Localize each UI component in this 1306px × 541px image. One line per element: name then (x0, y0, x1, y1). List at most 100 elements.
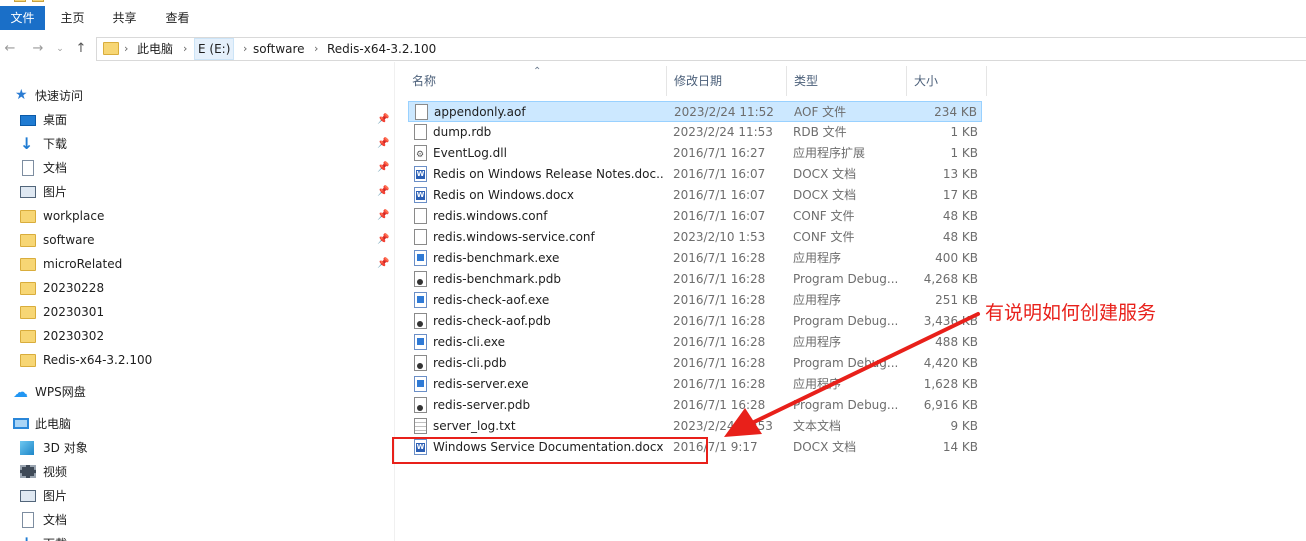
file-type: 应用程序 (793, 377, 842, 391)
file-size: 4,420 KB (923, 356, 978, 370)
file-row[interactable]: redis-benchmark.exe 2016/7/1 16:28 应用程序 400… (408, 248, 982, 269)
pane-splitter[interactable] (394, 62, 395, 541)
up-arrow-icon[interactable]: ↑ (72, 39, 90, 59)
nav-item-label: 此电脑 (35, 417, 72, 431)
file-row[interactable]: Redis on Windows.docx 2016/7/1 16:07 DOCX … (408, 185, 982, 206)
file-name: redis-check-aof.pdb (433, 314, 551, 328)
pin-icon[interactable]: 📌 (377, 157, 389, 179)
file-row[interactable]: redis-cli.exe 2016/7/1 16:28 应用程序 488 KB (408, 332, 982, 353)
file-row[interactable]: appendonly.aof 2023/2/24 11:52 AOF 文件 234 K… (408, 101, 982, 122)
file-row[interactable]: dump.rdb 2023/2/24 11:53 RDB 文件 1 KB (408, 122, 982, 143)
file-name: appendonly.aof (434, 105, 526, 119)
nav-item-label: Redis-x64-3.2.100 (43, 353, 153, 367)
column-name[interactable]: 名称 ⌃ (405, 66, 667, 96)
file-name: redis-server.exe (433, 377, 529, 391)
breadcrumb-software[interactable]: software (253, 38, 305, 60)
navigation-bar: ← → ⌄ ↑ › 此电脑 › E (E:) › software › Redi… (0, 36, 1306, 62)
3d-objects-icon (20, 441, 34, 455)
file-row[interactable]: EventLog.dll 2016/7/1 16:27 应用程序扩展 1 KB (408, 143, 982, 166)
file-type: Program Debug... (793, 314, 899, 328)
file-size: 234 KB (934, 105, 977, 119)
file-row[interactable]: redis-server.exe 2016/7/1 16:28 应用程序 1,628 … (408, 374, 982, 395)
column-type[interactable]: 类型 (787, 66, 907, 96)
file-name: Redis on Windows.docx (433, 188, 574, 202)
breadcrumb-redis-folder[interactable]: Redis-x64-3.2.100 (327, 38, 436, 60)
file-name: dump.rdb (433, 125, 492, 139)
file-row[interactable]: redis.windows-service.conf 2023/2/10 1:53… (408, 227, 982, 248)
folder-icon (20, 306, 36, 319)
file-row[interactable]: Redis on Windows Release Notes.doc... 201… (408, 164, 982, 185)
file-row[interactable]: redis.windows.conf 2016/7/1 16:07 CONF 文件 4… (408, 206, 982, 227)
nav-item-label: software (43, 233, 95, 247)
tab-view[interactable]: 查看 (155, 6, 200, 30)
file-row[interactable]: redis-benchmark.pdb 2016/7/1 16:28 Program… (408, 269, 982, 290)
file-row[interactable]: server_log.txt 2023/2/24 11:53 文本文档 9 KB (408, 416, 982, 437)
pin-icon[interactable]: 📌 (377, 109, 389, 131)
file-name: redis-cli.pdb (433, 356, 507, 370)
address-bar[interactable]: › 此电脑 › E (E:) › software › Redis-x64-3.… (96, 37, 1306, 61)
file-row[interactable]: redis-cli.pdb 2016/7/1 16:28 Program Debug… (408, 353, 982, 374)
tab-home[interactable]: 主页 (50, 6, 95, 30)
tab-file[interactable]: 文件 (0, 6, 45, 30)
file-date: 2016/7/1 16:28 (673, 293, 766, 307)
chevron-right-icon[interactable]: › (124, 38, 128, 60)
file-type: DOCX 文档 (793, 188, 857, 202)
file-size: 6,916 KB (923, 398, 978, 412)
pin-icon[interactable]: 📌 (377, 229, 389, 251)
breadcrumb-drive-e[interactable]: E (E:) (194, 38, 235, 60)
tab-share[interactable]: 共享 (102, 6, 147, 30)
column-date[interactable]: 修改日期 (667, 66, 787, 96)
file-size: 13 KB (942, 167, 978, 181)
file-size: 14 KB (942, 440, 978, 454)
pin-icon[interactable]: 📌 (377, 133, 389, 155)
nav-item-label: workplace (43, 209, 105, 223)
file-type: 文本文档 (793, 419, 842, 433)
column-name-label: 名称 (412, 74, 437, 88)
pin-icon[interactable]: 📌 (377, 181, 389, 203)
chevron-right-icon[interactable]: › (314, 38, 318, 60)
file-date: 2023/2/24 11:53 (673, 125, 773, 139)
file-name: redis-benchmark.exe (433, 251, 560, 265)
pin-icon[interactable]: 📌 (377, 205, 389, 227)
nav-item-label: 3D 对象 (43, 441, 88, 455)
file-type: DOCX 文档 (793, 440, 857, 454)
nav-item-label: WPS网盘 (35, 385, 86, 399)
file-name: redis-check-aof.exe (433, 293, 550, 307)
file-type: 应用程序扩展 (793, 146, 866, 160)
generic-file-icon (414, 124, 427, 140)
file-size: 4,268 KB (923, 272, 978, 286)
word-file-icon (414, 187, 427, 203)
nav-item-label: 图片 (43, 185, 68, 199)
file-size: 488 KB (935, 335, 978, 349)
computer-icon (13, 418, 29, 429)
file-name: redis-cli.exe (433, 335, 505, 349)
pin-icon[interactable]: 📌 (377, 253, 389, 275)
file-type: 应用程序 (793, 251, 842, 265)
document-icon (22, 512, 34, 528)
file-row[interactable]: redis-check-aof.exe 2016/7/1 16:28 应用程序 251… (408, 290, 982, 311)
recent-locations-chevron-icon[interactable]: ⌄ (54, 39, 66, 59)
file-name: redis.windows-service.conf (433, 230, 595, 244)
column-size[interactable]: 大小 (907, 66, 987, 96)
quick-access-folder-icon[interactable] (32, 0, 44, 2)
file-type: Program Debug... (793, 272, 899, 286)
nav-item-label: 下载 (43, 137, 68, 151)
file-row[interactable]: redis-check-aof.pdb 2016/7/1 16:28 Program… (408, 311, 982, 332)
file-type: AOF 文件 (794, 105, 847, 119)
file-size: 1 KB (950, 146, 978, 160)
nav-item-label: 20230302 (43, 329, 105, 343)
file-type: DOCX 文档 (793, 167, 857, 181)
file-type: RDB 文件 (793, 125, 847, 139)
chevron-right-icon[interactable]: › (243, 38, 247, 60)
chevron-right-icon[interactable]: › (183, 38, 187, 60)
quick-access-folder-icon[interactable] (14, 0, 26, 2)
file-date: 2016/7/1 16:07 (673, 167, 766, 181)
forward-arrow-icon[interactable]: → (29, 39, 47, 59)
file-row[interactable]: redis-server.pdb 2016/7/1 16:28 Program De… (408, 395, 982, 416)
sort-ascending-icon: ⌃ (533, 66, 542, 77)
back-arrow-icon[interactable]: ← (1, 39, 19, 59)
generic-file-icon (415, 104, 428, 120)
file-type: CONF 文件 (793, 230, 855, 244)
file-date: 2016/7/1 16:28 (673, 335, 766, 349)
breadcrumb-this-pc[interactable]: 此电脑 (137, 38, 173, 60)
